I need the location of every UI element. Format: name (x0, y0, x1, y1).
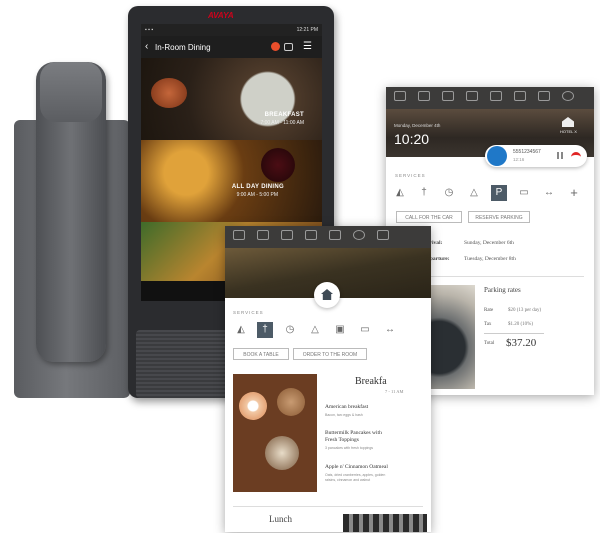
menu-icon[interactable]: ☰ (303, 41, 312, 52)
home-icon (321, 289, 333, 300)
service-icon[interactable] (466, 91, 478, 101)
total-value: $37.20 (506, 337, 537, 349)
tile-all-day-dining[interactable]: ALL DAY DINING 9:00 AM - 5:00 PM (141, 140, 322, 222)
rate-label: Rate (484, 308, 494, 313)
tile-time: 9:00 AM - 5:00 PM (236, 192, 278, 198)
section-title: Breakfa (355, 376, 387, 387)
menu-item-name[interactable]: Apple n' Cinnamon Oatmeal (325, 464, 388, 470)
cup-image (265, 436, 299, 470)
rates-title: Parking rates (484, 286, 521, 294)
service-icon[interactable] (281, 230, 293, 240)
hotel-logo-icon (562, 117, 574, 127)
menu-item-name[interactable]: Buttermilk Pancakes with Fresh Toppings (325, 430, 395, 444)
top-icon-bar (225, 226, 431, 248)
tax-label: Tax (484, 322, 492, 327)
avaya-logo: AVAYA (208, 11, 234, 20)
tv-icon[interactable] (377, 230, 389, 240)
service-room-icon[interactable]: ▭ (516, 185, 532, 201)
tile-label: BREAKFAST (264, 112, 304, 118)
section-time: 7 - 11 AM (385, 389, 404, 394)
light-icon[interactable] (562, 91, 574, 101)
tax-value: $1.20 (10%) (508, 322, 533, 327)
service-fitness-icon[interactable]: ↔ (541, 185, 557, 201)
call-widget: 5551234567 12:16 (485, 145, 587, 167)
menu-item-desc: Oats, dried cranberries, apples, golden … (325, 473, 386, 482)
call-for-car-button[interactable]: CALL FOR THE CAR (396, 211, 462, 223)
donut-image (239, 392, 267, 420)
service-dining-icon[interactable]: † (416, 185, 432, 201)
service-icon[interactable] (490, 91, 502, 101)
rate-value: $20 (13 per day) (508, 308, 542, 313)
back-icon[interactable]: ‹ (145, 41, 148, 52)
food-image (151, 78, 187, 108)
call-number: 5551234567 (513, 149, 541, 155)
pause-icon[interactable] (557, 152, 563, 159)
lunch-title: Lunch (269, 514, 292, 524)
handset-earpiece (40, 62, 102, 122)
total-label: Total (484, 341, 495, 346)
service-icon[interactable] (233, 230, 245, 240)
phone-handset[interactable] (36, 62, 106, 362)
hotel-name: HOTEL X (560, 129, 577, 134)
status-bar: ▪ ▪ ▪ 12:21 PM (141, 24, 322, 36)
service-icon[interactable] (305, 230, 317, 240)
service-parking-icon[interactable]: ▣ (332, 322, 348, 338)
top-icon-bar (386, 87, 594, 109)
service-laundry-icon[interactable]: △ (307, 322, 323, 338)
service-icon[interactable] (257, 230, 269, 240)
header-clock: 10:20 (394, 131, 430, 147)
order-to-room-button[interactable]: ORDER TO THE ROOM (293, 348, 367, 360)
tile-label: L (141, 250, 232, 256)
tile-label: ALL DAY DINING (231, 184, 284, 190)
service-icon[interactable] (418, 91, 430, 101)
service-alarm-icon[interactable]: ◷ (441, 185, 457, 201)
service-alarm-icon[interactable]: ◷ (282, 322, 298, 338)
status-icons: ▪ ▪ ▪ (145, 27, 154, 33)
reserve-parking-button[interactable]: RESERVE PARKING (468, 211, 530, 223)
menu-item-desc: Bacon, two eggs & hash (325, 413, 363, 417)
breakfast-image (233, 374, 317, 492)
service-icon[interactable] (442, 91, 454, 101)
status-time: 12:21 PM (296, 27, 318, 33)
tv-icon[interactable] (538, 91, 550, 101)
tile-breakfast[interactable]: BREAKFAST 7:00 AM - 11:00 AM (141, 58, 322, 140)
service-icon[interactable] (394, 91, 406, 101)
book-table-button[interactable]: BOOK A TABLE (233, 348, 289, 360)
location-icon[interactable] (353, 230, 365, 240)
service-more-icon[interactable]: + (566, 185, 582, 201)
divider (484, 333, 544, 334)
menu-item-name[interactable]: American breakfast (325, 404, 368, 410)
services-heading: SERVICES (395, 173, 426, 178)
wine-image (261, 148, 295, 182)
service-housekeeping-icon[interactable]: ◭ (392, 185, 408, 201)
departure-value: Tuesday, December 8th (464, 256, 516, 262)
service-fitness-icon[interactable]: ↔ (382, 322, 398, 338)
service-dining-icon[interactable]: † (257, 322, 273, 338)
divider (233, 506, 423, 507)
lunch-image (343, 514, 427, 532)
service-icon[interactable] (329, 230, 341, 240)
app-title-bar: ‹ In-Room Dining ☰ (141, 36, 322, 58)
hangup-icon[interactable] (571, 152, 581, 158)
service-housekeeping-icon[interactable]: ◭ (233, 322, 249, 338)
services-heading: SERVICES (233, 310, 264, 315)
header-date: Monday, December 4th (394, 123, 441, 128)
service-parking-icon[interactable]: P (491, 185, 507, 201)
home-button[interactable] (314, 282, 340, 308)
app-title: In-Room Dining (155, 43, 211, 52)
notification-badge (271, 42, 280, 51)
tile-time: 7:00 AM - 11:00 AM (260, 120, 304, 126)
service-room-icon[interactable]: ▭ (357, 322, 373, 338)
chat-icon[interactable] (284, 43, 293, 51)
call-duration: 12:16 (513, 157, 525, 162)
menu-item-desc: 3 pancakes with fresh toppings (325, 446, 374, 450)
arrival-value: Sunday, December 6th (464, 240, 514, 246)
coffee-image (277, 388, 305, 416)
location-icon[interactable] (514, 91, 526, 101)
service-laundry-icon[interactable]: △ (466, 185, 482, 201)
mic-icon[interactable] (487, 146, 507, 166)
tablet-dining: SERVICES ◭ † ◷ △ ▣ ▭ ↔ BOOK A TABLE ORDE… (225, 226, 431, 532)
